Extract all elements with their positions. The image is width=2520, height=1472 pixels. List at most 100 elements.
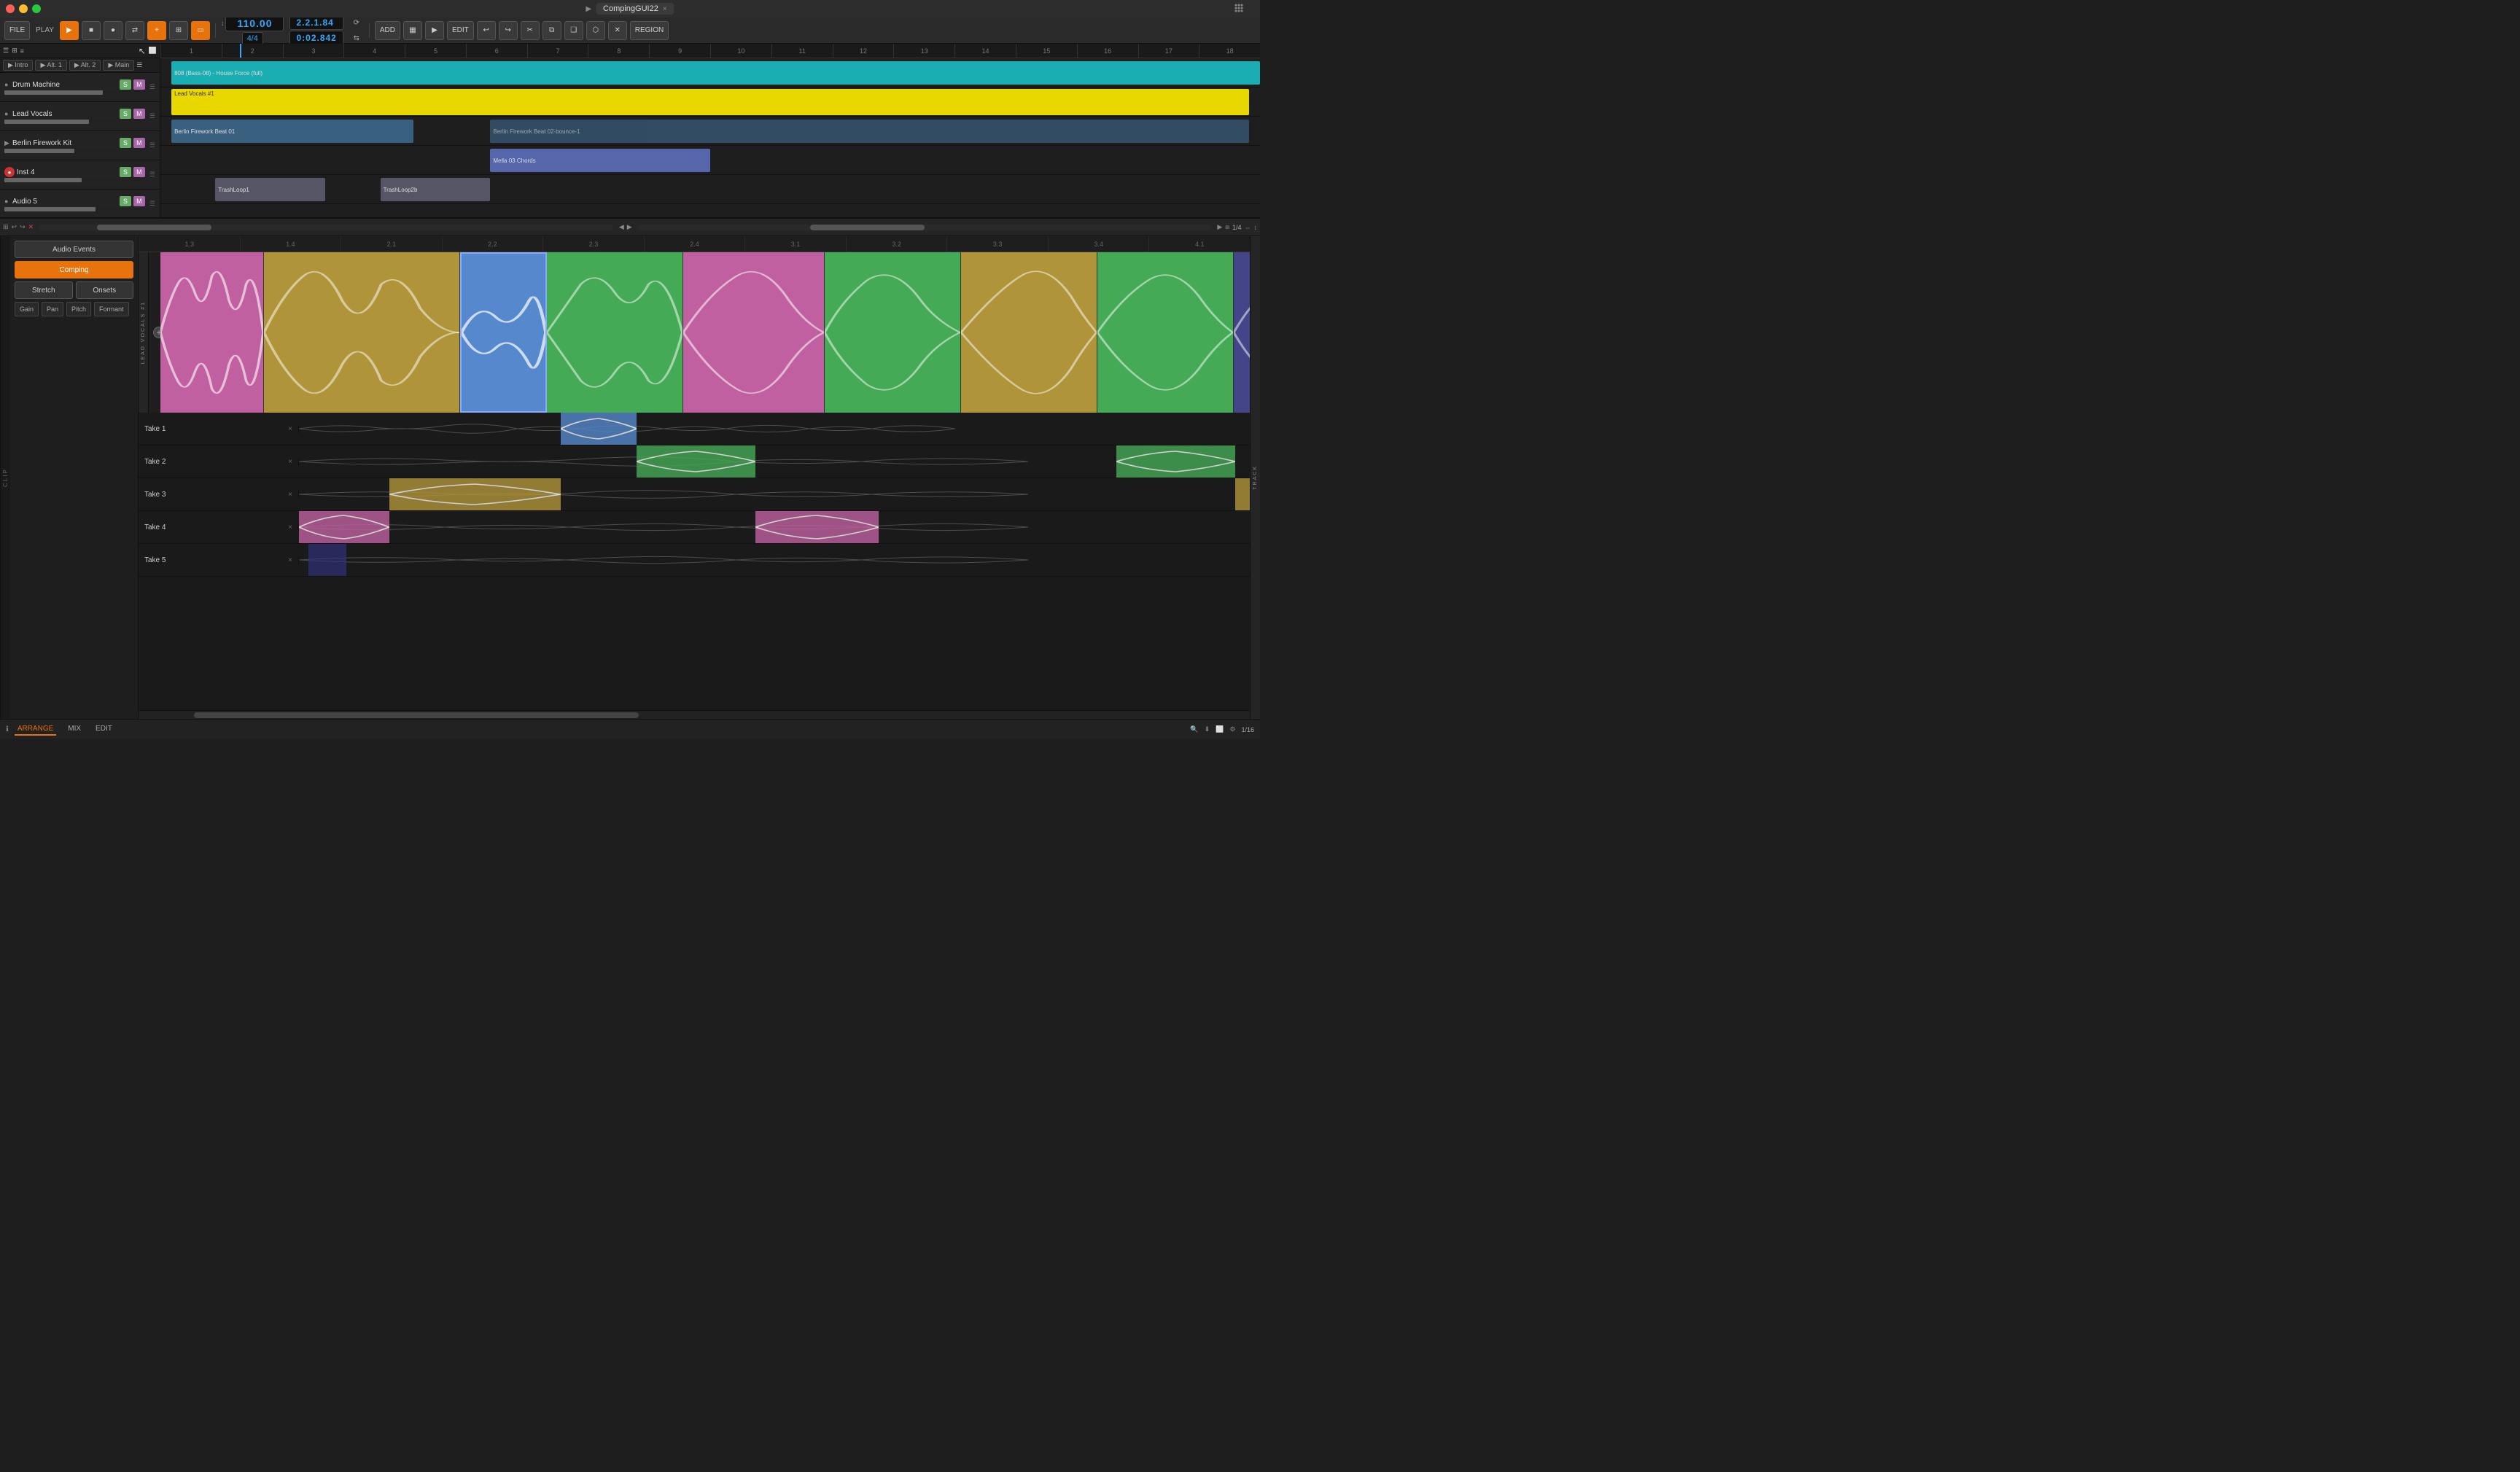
edit-tab[interactable]: EDIT xyxy=(93,723,115,736)
undo-button[interactable]: ↩ xyxy=(477,21,496,40)
play2-button[interactable]: ▶ xyxy=(425,21,444,40)
track-menu-icon[interactable]: ☰ xyxy=(3,47,9,55)
audio5-volume-slider[interactable] xyxy=(4,207,145,211)
expand-icon[interactable]: ⇔ xyxy=(1245,224,1251,231)
formant-button[interactable]: Formant xyxy=(94,302,129,316)
take2-waveform[interactable] xyxy=(299,445,1250,478)
delete-button[interactable]: ✕ xyxy=(608,21,627,40)
comp-menu-icon[interactable]: ☰ xyxy=(136,61,142,69)
take1-waveform[interactable] xyxy=(299,413,1250,445)
tab-close-icon[interactable]: × xyxy=(663,5,667,13)
segment-green3[interactable] xyxy=(1097,252,1234,413)
mix-tab[interactable]: MIX xyxy=(65,723,84,736)
take5-close[interactable]: × xyxy=(288,556,292,564)
audio5-clip-trash1[interactable]: TrashLoop1 xyxy=(215,178,325,201)
take5-waveform[interactable] xyxy=(299,544,1250,576)
pitch-button[interactable]: Pitch xyxy=(66,302,91,316)
panel-tool2[interactable]: ↩ xyxy=(12,223,18,231)
alt2-tab[interactable]: ▶ Alt. 2 xyxy=(69,60,101,71)
segment-blue-selected[interactable] xyxy=(460,252,548,413)
minimize-button[interactable] xyxy=(19,4,28,13)
zoom-icon[interactable]: ↕ xyxy=(1254,224,1258,231)
grid-icon[interactable]: ⊞ xyxy=(12,47,18,55)
drum-settings-icon[interactable]: ☰ xyxy=(149,83,155,91)
gain-button[interactable]: Gain xyxy=(15,302,39,316)
tool-button[interactable]: ⊞ xyxy=(169,21,188,40)
segment-darkblue[interactable] xyxy=(1234,252,1250,413)
berlin-clip-2[interactable]: Berlin Firework Beat 02-bounce-1 xyxy=(490,120,1249,143)
snap-icon[interactable]: ⧈ xyxy=(1225,223,1229,231)
add-active-button[interactable]: + xyxy=(147,21,166,40)
file-button[interactable]: FILE xyxy=(4,21,30,40)
berlin-mute-btn[interactable]: M xyxy=(133,138,145,148)
paste-button[interactable]: ❑ xyxy=(564,21,583,40)
panel-icon[interactable]: ⬜ xyxy=(149,47,157,55)
scroll-left-icon[interactable]: ◀ xyxy=(619,223,624,231)
audio5-settings-icon[interactable]: ☰ xyxy=(149,200,155,208)
arrows-btn[interactable]: ⇆ xyxy=(349,31,364,45)
play-icon-small[interactable]: ▶ xyxy=(1217,223,1222,231)
take3-close[interactable]: × xyxy=(288,491,292,499)
inst4-solo-btn[interactable]: S xyxy=(120,167,131,177)
inst4-record-btn[interactable]: ● xyxy=(4,167,15,177)
berlin-settings-icon[interactable]: ☰ xyxy=(149,141,155,149)
scroll-bar-top[interactable] xyxy=(39,225,613,230)
tool2-button[interactable]: ▭ xyxy=(191,21,210,40)
take2-close[interactable]: × xyxy=(288,458,292,466)
scroll-right-icon[interactable]: ▶ xyxy=(627,223,632,231)
lines-icon[interactable]: ≡ xyxy=(20,47,24,55)
audio5-clip-trash2[interactable]: TrashLoop2b xyxy=(381,178,491,201)
take4-waveform[interactable] xyxy=(299,511,1250,543)
main-tab[interactable]: ▶ Main xyxy=(103,60,134,71)
inst4-volume-slider[interactable] xyxy=(4,178,145,182)
segment-green2[interactable] xyxy=(825,252,961,413)
scroll-bar-top2[interactable] xyxy=(638,225,1212,230)
vocals-volume-slider[interactable] xyxy=(4,120,145,124)
panel-tool4[interactable]: ✕ xyxy=(28,223,34,231)
settings-icon[interactable]: ⚙ xyxy=(1229,725,1235,733)
comping-button[interactable]: Comping xyxy=(15,261,133,279)
tempo-display[interactable]: 110.00 xyxy=(225,15,284,31)
drum-volume-slider[interactable] xyxy=(4,90,145,95)
main-waveform-segments[interactable] xyxy=(160,252,1250,413)
loop-btn[interactable]: ⟳ xyxy=(349,15,364,30)
vocals-settings-icon[interactable]: ☰ xyxy=(149,112,155,120)
inst4-mute-btn[interactable]: M xyxy=(133,167,145,177)
inst4-settings-icon[interactable]: ☰ xyxy=(149,171,155,179)
audio-events-button[interactable]: Audio Events xyxy=(15,241,133,258)
intro-tab[interactable]: ▶ Intro xyxy=(3,60,33,71)
drum-power-icon[interactable]: ● xyxy=(4,81,10,88)
panel-tool3[interactable]: ↪ xyxy=(20,223,26,231)
record-button[interactable]: ● xyxy=(104,21,122,40)
play-button[interactable]: ▶ xyxy=(60,21,79,40)
segment-pink2[interactable] xyxy=(683,252,825,413)
edit-button[interactable]: EDIT xyxy=(447,21,474,40)
take1-close[interactable]: × xyxy=(288,425,292,433)
audio5-mute-btn[interactable]: M xyxy=(133,196,145,206)
search-icon[interactable]: 🔍 xyxy=(1190,725,1198,733)
drum-mute-btn[interactable]: M xyxy=(133,79,145,90)
stretch-button[interactable]: Stretch xyxy=(15,281,73,299)
audio5-solo-btn[interactable]: S xyxy=(120,196,131,206)
copy-button[interactable]: ⧉ xyxy=(542,21,561,40)
segment-pink1[interactable] xyxy=(160,252,264,413)
drum-solo-btn[interactable]: S xyxy=(120,79,131,90)
paste2-button[interactable]: ⬡ xyxy=(586,21,605,40)
stop-button[interactable]: ■ xyxy=(82,21,101,40)
close-button[interactable] xyxy=(6,4,15,13)
take4-close[interactable]: × xyxy=(288,523,292,531)
take3-waveform[interactable] xyxy=(299,478,1250,510)
berlin-solo-btn[interactable]: S xyxy=(120,138,131,148)
scissors-button[interactable]: ✂ xyxy=(521,21,540,40)
pan-button[interactable]: Pan xyxy=(42,302,63,316)
onsets-button[interactable]: Onsets xyxy=(76,281,134,299)
import-icon[interactable]: ⬇ xyxy=(1205,725,1210,733)
segment-green1[interactable] xyxy=(547,252,683,413)
vocals-mute-btn[interactable]: M xyxy=(133,109,145,119)
segment-gold2[interactable] xyxy=(961,252,1097,413)
scrollbar-thumb[interactable] xyxy=(194,712,639,718)
alt1-tab[interactable]: ▶ Alt. 1 xyxy=(35,60,66,71)
info-icon[interactable]: ℹ xyxy=(6,725,9,733)
maximize-button[interactable] xyxy=(32,4,41,13)
segment-gold[interactable] xyxy=(264,252,460,413)
